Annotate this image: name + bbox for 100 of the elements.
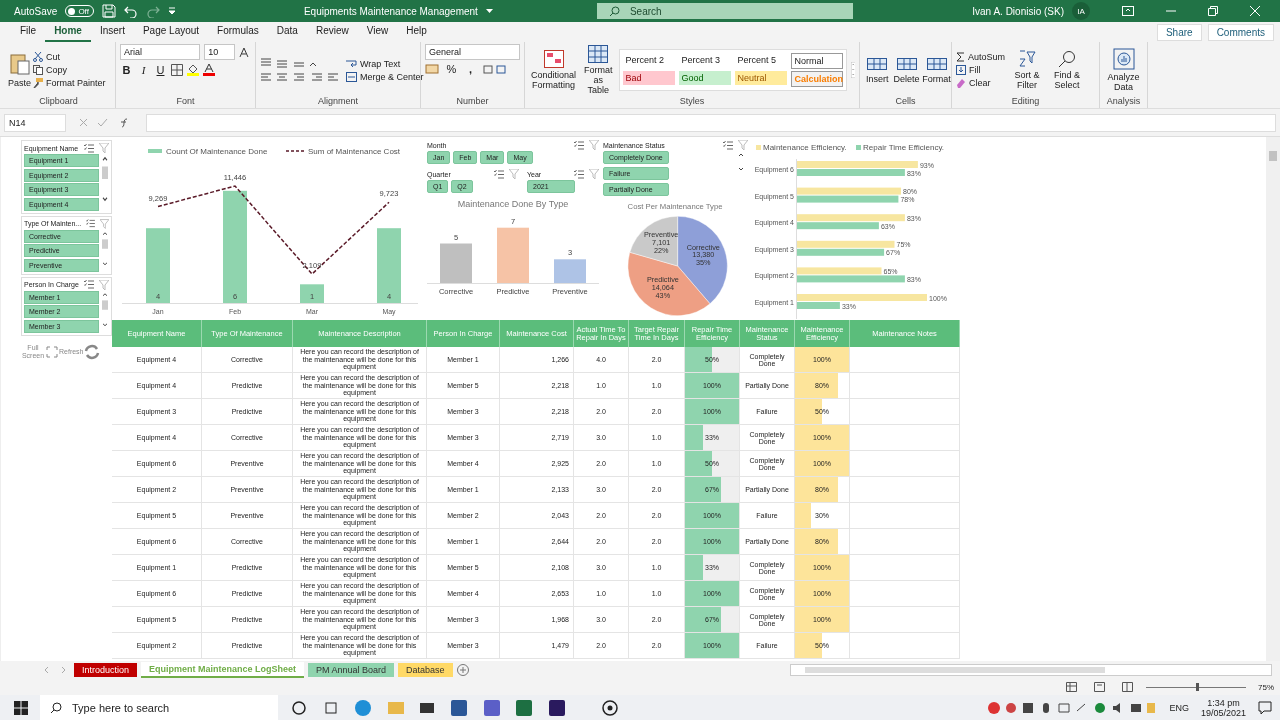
- align-icon[interactable]: [260, 71, 340, 84]
- ribbon-display-icon[interactable]: [1122, 6, 1134, 16]
- sheet-tab[interactable]: Database: [398, 663, 453, 677]
- cell-style-option[interactable]: Good: [678, 71, 731, 85]
- expand-icon[interactable]: [46, 345, 58, 358]
- cell-style-option[interactable]: Percent 5: [734, 53, 787, 67]
- percent-button[interactable]: %: [445, 63, 458, 75]
- cells-button[interactable]: Delete: [892, 56, 921, 84]
- table-icon: [867, 56, 888, 72]
- wrap-text-button[interactable]: Wrap Text: [346, 58, 424, 69]
- restore-icon[interactable]: [1208, 6, 1218, 16]
- multi-select-icon[interactable]: [494, 169, 504, 179]
- horizontal-scrollbar[interactable]: [790, 664, 1272, 676]
- ribbon-tab[interactable]: Review: [306, 22, 358, 42]
- clear-button[interactable]: Clear: [956, 78, 1006, 88]
- scrollbar[interactable]: [737, 151, 745, 173]
- obs-icon[interactable]: [602, 700, 618, 716]
- multi-select-icon[interactable]: [86, 219, 96, 228]
- cells-button[interactable]: Insert: [864, 56, 891, 84]
- formula-input[interactable]: [146, 113, 1276, 132]
- ribbon-tab[interactable]: Formulas: [208, 22, 268, 42]
- system-tray-icon[interactable]: [987, 701, 1158, 715]
- fill-button[interactable]: Fill: [956, 65, 1006, 75]
- sheet-tab[interactable]: Introduction: [74, 663, 138, 677]
- format-painter-button[interactable]: Format Painter: [33, 78, 106, 88]
- clock-date[interactable]: 19/05/2021: [1200, 708, 1246, 718]
- copy-button[interactable]: Copy: [33, 65, 106, 75]
- underline-button[interactable]: U: [154, 63, 167, 76]
- autosum-button[interactable]: AutoSum: [956, 52, 1006, 62]
- scrollbar[interactable]: [101, 229, 109, 267]
- decimal-icon[interactable]: [483, 63, 507, 75]
- user-avatar[interactable]: IA: [1072, 2, 1090, 20]
- font-size-dropdown[interactable]: 10: [204, 44, 236, 60]
- vertical-scrollbar[interactable]: [1266, 137, 1280, 661]
- view-buttons-icon[interactable]: [1066, 682, 1134, 692]
- notifications-icon[interactable]: [1258, 701, 1272, 715]
- comments-button[interactable]: Comments: [1207, 23, 1274, 41]
- multi-select-icon[interactable]: [574, 140, 584, 150]
- cell-style-option[interactable]: Neutral: [734, 71, 787, 85]
- name-box[interactable]: N14: [4, 113, 66, 132]
- zoom-slider[interactable]: [1146, 682, 1246, 692]
- merge-center-button[interactable]: Merge & Center: [346, 71, 424, 82]
- windows-start-icon[interactable]: [14, 701, 28, 715]
- undo-icon[interactable]: [123, 4, 138, 18]
- ribbon-tab[interactable]: Page Layout: [133, 22, 209, 42]
- share-button[interactable]: Share: [1156, 23, 1202, 41]
- refresh-icon[interactable]: [84, 343, 100, 360]
- italic-button[interactable]: I: [137, 63, 150, 76]
- fill-color-icon[interactable]: [187, 63, 199, 76]
- cell-style-option[interactable]: Normal: [790, 53, 843, 69]
- ribbon-tab[interactable]: Data: [267, 22, 307, 42]
- sort-filter-button[interactable]: Sort & Filter: [1009, 50, 1046, 90]
- legend-item: Repair Time Efficiency.: [856, 143, 945, 152]
- bold-button[interactable]: B: [120, 63, 133, 76]
- cells-button[interactable]: Format: [922, 56, 951, 84]
- group-label: Styles: [678, 96, 706, 108]
- add-sheet-icon[interactable]: [456, 664, 469, 676]
- multi-select-icon[interactable]: [84, 143, 94, 153]
- window-title: Equipments Maintenance Management: [303, 5, 478, 17]
- multi-select-icon[interactable]: [723, 140, 733, 150]
- comma-button[interactable]: ,: [464, 63, 477, 75]
- table-icon: [896, 56, 917, 72]
- save-icon[interactable]: [101, 4, 116, 18]
- multi-select-icon[interactable]: [574, 169, 584, 179]
- ribbon-tab[interactable]: Help: [397, 22, 436, 42]
- grow-font-icon[interactable]: [239, 46, 251, 58]
- number-format-dropdown[interactable]: General: [425, 44, 520, 60]
- ribbon-tab[interactable]: Home: [45, 22, 91, 42]
- font-color-icon[interactable]: [203, 63, 215, 76]
- format-as-table-button[interactable]: Format as Table: [582, 45, 615, 95]
- customize-caret-icon[interactable]: [167, 7, 176, 15]
- ribbon-tab[interactable]: Insert: [90, 22, 134, 42]
- scrollbar[interactable]: [101, 154, 109, 204]
- borders-icon[interactable]: [171, 63, 183, 76]
- cell-style-option[interactable]: Percent 2: [622, 53, 675, 67]
- cell-style-option[interactable]: Percent 3: [678, 53, 731, 67]
- currency-icon[interactable]: [425, 63, 439, 75]
- analyze-data-button[interactable]: Analyze Data: [1104, 48, 1143, 92]
- user-name: Ivan A. Dionisio (SK): [972, 5, 1064, 17]
- chart-title: Maintenance Done By Type: [457, 199, 569, 209]
- scrollbar[interactable]: [101, 290, 109, 328]
- ribbon-tab[interactable]: File: [11, 22, 46, 42]
- search-field[interactable]: Search: [596, 3, 853, 19]
- zoom-level[interactable]: 75%: [1258, 682, 1274, 692]
- taskbar-search-field[interactable]: Type here to search: [40, 695, 278, 720]
- cut-button[interactable]: Cut: [33, 52, 106, 62]
- clock-time[interactable]: 1:34 pm: [1207, 698, 1240, 708]
- sheet-tab[interactable]: PM Annual Board: [308, 663, 395, 677]
- redo-icon[interactable]: [145, 4, 160, 18]
- paste-button[interactable]: Paste: [6, 52, 33, 88]
- multi-select-icon[interactable]: [84, 280, 94, 289]
- find-select-button[interactable]: Find & Select: [1049, 50, 1086, 90]
- cell-style-option[interactable]: Bad: [622, 71, 675, 85]
- conditional-formatting-button[interactable]: Conditional Formatting: [529, 50, 579, 90]
- close-icon[interactable]: [1250, 6, 1260, 16]
- font-family-dropdown[interactable]: Arial: [120, 44, 201, 60]
- ribbon-tab[interactable]: View: [357, 22, 398, 42]
- sigma-icon: [956, 52, 965, 62]
- caret-icon[interactable]: [485, 8, 493, 14]
- language-indicator[interactable]: ENG: [1169, 703, 1189, 713]
